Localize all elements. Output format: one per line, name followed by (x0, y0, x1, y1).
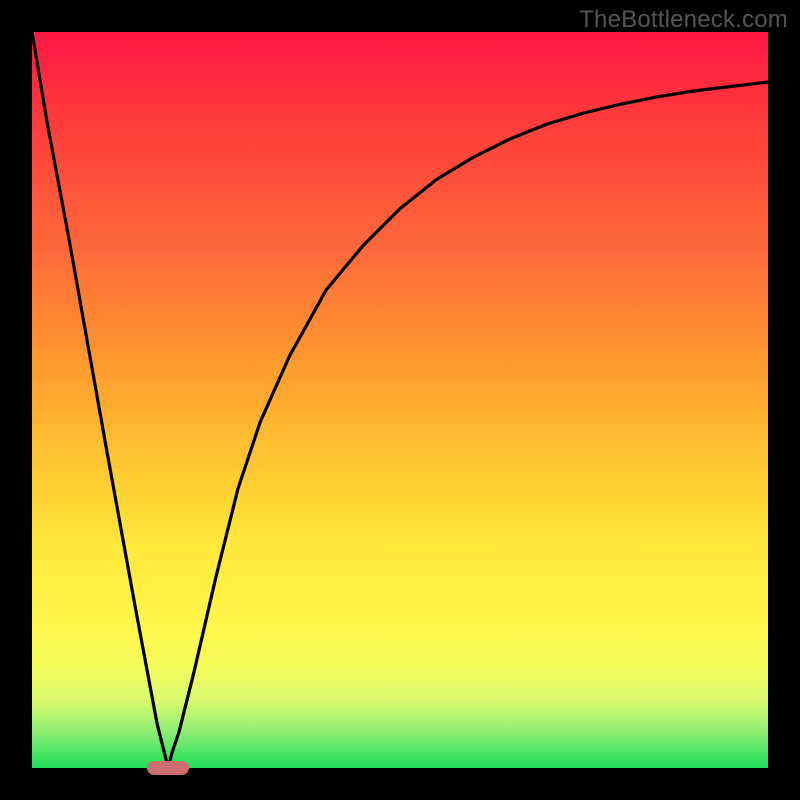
plot-area (32, 32, 768, 768)
bottleneck-curve-path (32, 32, 768, 768)
bottleneck-chart: TheBottleneck.com (0, 0, 800, 800)
curve-svg (32, 32, 768, 768)
attribution-text: TheBottleneck.com (579, 6, 788, 34)
optimum-marker (147, 761, 189, 775)
